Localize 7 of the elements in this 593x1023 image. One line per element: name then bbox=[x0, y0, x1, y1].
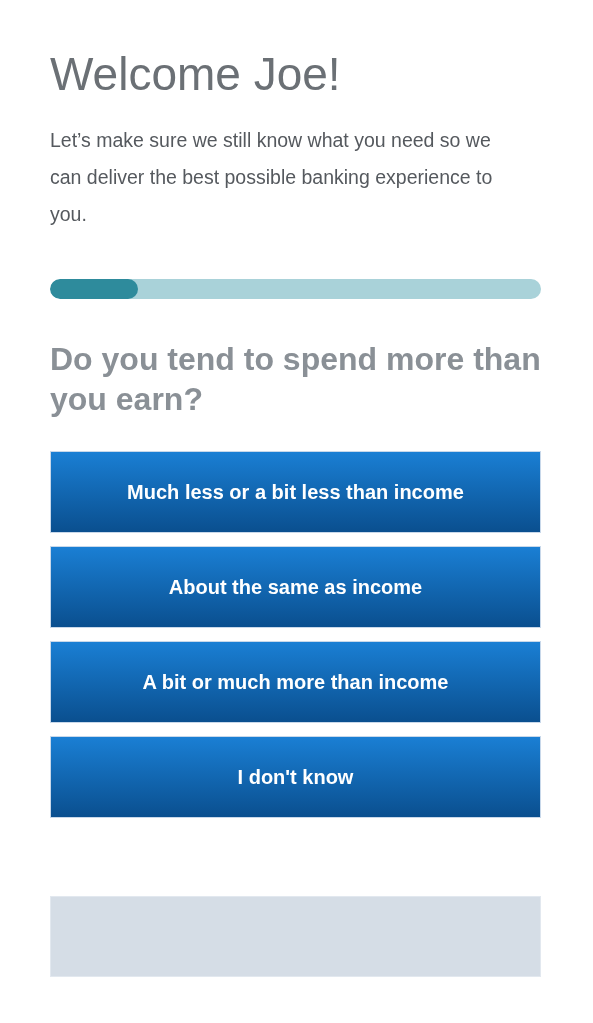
welcome-heading: Welcome Joe! bbox=[50, 47, 342, 102]
answer-button[interactable]: Much less or a bit less than income bbox=[50, 451, 541, 533]
intro-paragraph: Let’s make sure we still know what you need so we can deliver the best possible banking experience to you. bbox=[50, 128, 494, 227]
question-heading: Do you tend to spend more than you earn? bbox=[50, 340, 541, 419]
answer-button[interactable]: I don't know bbox=[50, 736, 541, 818]
answer-button[interactable]: A bit or much more than income bbox=[50, 641, 541, 723]
answer-button[interactable]: About the same as income bbox=[50, 546, 541, 628]
